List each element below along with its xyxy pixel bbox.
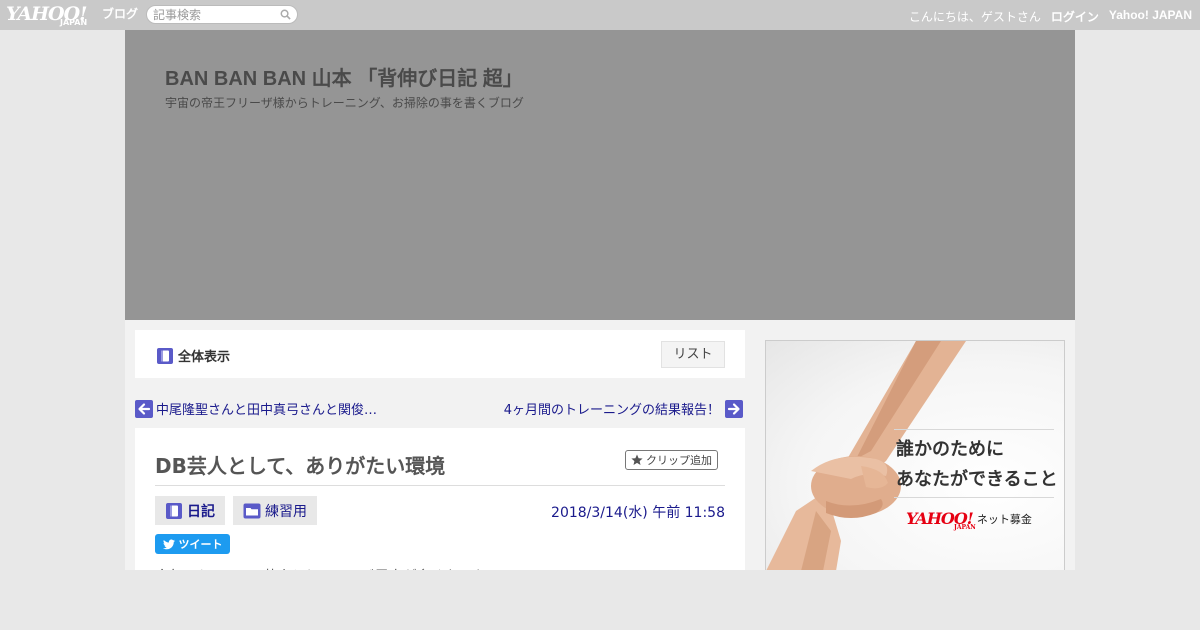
book-icon	[166, 502, 182, 519]
guest-greeting: こんにちは、ゲストさん	[908, 10, 1041, 24]
category-diary-label: 日記	[187, 503, 215, 520]
prev-article-link[interactable]: 中尾隆聖さんと田中真弓さんと関俊…	[135, 399, 377, 418]
ad-headline-line1: 誰かのために	[896, 439, 1004, 460]
prev-next-nav: 中尾隆聖さんと田中真弓さんと関俊… 4ヶ月間のトレーニングの結果報告！	[135, 398, 745, 418]
blog-header: BAN BAN BAN 山本 「背伸び日記 超」 宇宙の帝王フリーザ様からトレー…	[125, 30, 1075, 320]
book-icon	[157, 347, 173, 364]
blog-description: 宇宙の帝王フリーザ様からトレーニング、お掃除の事を書くブログ	[165, 96, 524, 110]
bottom-band	[0, 570, 1200, 630]
ad-headline-line2: あなたができること	[896, 469, 1058, 490]
ad-yahoo-logo-sub: JAPAN	[954, 524, 976, 531]
blog-logo-text: ブログ	[102, 7, 139, 21]
account-links: こんにちは、ゲストさん ログイン Yahoo! JAPAN	[909, 8, 1192, 25]
ad-service-name: ネット募金	[976, 512, 1032, 526]
top-bar: YAHOO! JAPAN ブログ こんにちは、ゲストさん ログイン Yahoo!…	[0, 0, 1200, 30]
tweet-button[interactable]: ツイート	[155, 534, 230, 554]
next-article-link[interactable]: 4ヶ月間のトレーニングの結果報告！	[504, 399, 743, 418]
ad-divider-top	[894, 429, 1054, 430]
tweet-label: ツイート	[178, 538, 223, 551]
show-all-label: 全体表示	[178, 350, 231, 365]
login-link[interactable]: ログイン	[1051, 8, 1099, 25]
title-divider	[155, 485, 725, 486]
next-article-title: 4ヶ月間のトレーニングの結果報告！	[503, 403, 720, 418]
yahoo-blog-logo[interactable]: YAHOO! JAPAN ブログ	[6, 3, 141, 27]
search-input[interactable]	[153, 7, 278, 23]
clip-add-button[interactable]: クリップ追加	[625, 450, 718, 470]
search-icon[interactable]	[280, 9, 291, 20]
list-button[interactable]: リスト	[661, 341, 725, 368]
yahoo-logo-sub: JAPAN	[60, 18, 88, 27]
yahoo-donation-logo: YAHOO! JAPAN ネット募金	[906, 509, 1032, 531]
arrow-right-icon	[725, 399, 743, 418]
blog-title[interactable]: BAN BAN BAN 山本 「背伸び日記 超」	[165, 62, 523, 91]
yahoo-japan-link[interactable]: Yahoo! JAPAN	[1109, 8, 1192, 25]
ad-yahoo-logo: YAHOO! JAPAN	[906, 509, 976, 531]
article-title: DB芸人として、ありがたい環境	[155, 454, 446, 478]
twitter-bird-icon	[162, 539, 175, 549]
category-practice[interactable]: 練習用	[233, 496, 317, 525]
article-nav-bar: 全体表示 リスト	[135, 330, 745, 378]
page-container: BAN BAN BAN 山本 「背伸び日記 超」 宇宙の帝王フリーザ様からトレー…	[125, 30, 1075, 630]
article-search	[146, 5, 298, 24]
category-practice-label: 練習用	[265, 503, 307, 520]
folder-icon	[243, 503, 261, 518]
post-date: 2018/3/14(水) 午前 11:58	[551, 505, 725, 521]
category-diary[interactable]: 日記	[155, 496, 225, 525]
star-icon	[631, 454, 643, 465]
arrow-left-icon	[135, 399, 153, 418]
prev-article-title: 中尾隆聖さんと田中真弓さんと関俊…	[156, 403, 378, 418]
ad-divider-bottom	[894, 497, 1054, 498]
show-all-link[interactable]: 全体表示	[156, 346, 230, 365]
clip-add-label: クリップ追加	[646, 454, 712, 467]
